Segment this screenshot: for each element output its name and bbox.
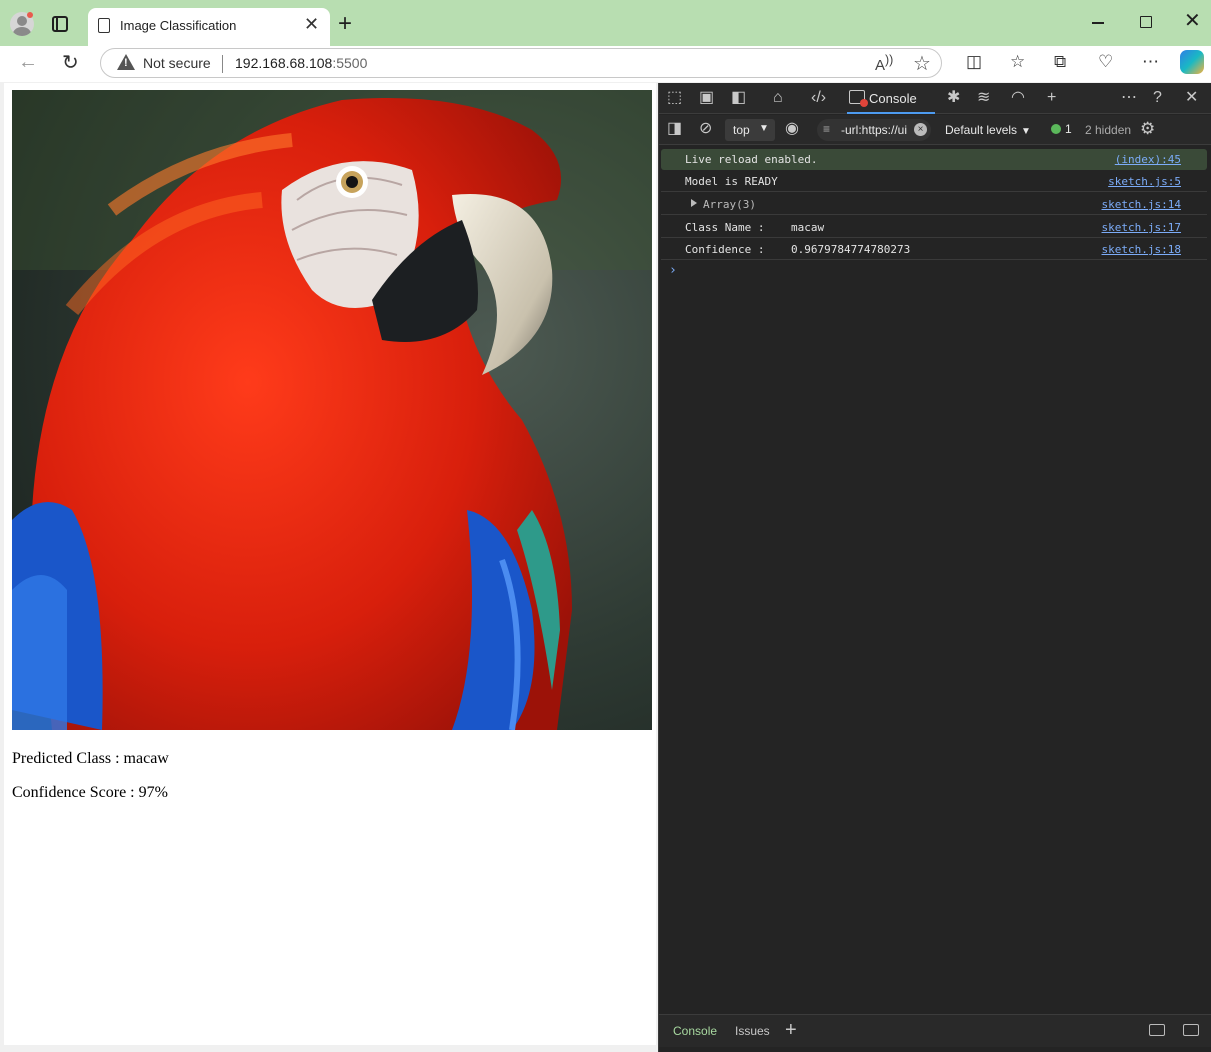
expand-triangle-icon[interactable] bbox=[691, 199, 697, 207]
title-bar: Image Classification ✕ + ✕ bbox=[0, 0, 1211, 46]
favorite-star-icon[interactable]: ☆ bbox=[913, 51, 931, 76]
read-aloud-icon[interactable]: A)) bbox=[875, 53, 893, 74]
macaw-illustration bbox=[12, 90, 652, 730]
more-options-icon[interactable]: ⋯ bbox=[1142, 52, 1159, 72]
console-message: Confidence : 0.9679784774780273 sketch.j… bbox=[661, 239, 1207, 260]
split-screen-icon[interactable]: ◫ bbox=[966, 52, 982, 72]
url-port: :5500 bbox=[332, 55, 368, 71]
live-expression-eye-icon[interactable]: ◉ bbox=[785, 120, 799, 138]
welcome-home-icon[interactable]: ⌂ bbox=[773, 89, 783, 107]
collections-icon[interactable]: ⧉ bbox=[1054, 52, 1066, 72]
levels-label: Default levels bbox=[945, 123, 1018, 137]
minimize-icon[interactable] bbox=[1092, 22, 1104, 24]
log-levels-dropdown[interactable]: Default levels ▼ bbox=[945, 123, 1031, 137]
profile-notification-dot bbox=[27, 12, 33, 18]
console-filter-bar: ◨ ⊘ top ▼ ◉ ≡ -url:https://ui × Default … bbox=[659, 115, 1211, 145]
back-icon[interactable]: ← bbox=[18, 51, 38, 74]
dock-drawer-icon[interactable] bbox=[1183, 1024, 1199, 1036]
macaw-image bbox=[12, 90, 652, 730]
url-text[interactable]: 192.168.68.108:5500 bbox=[235, 55, 367, 71]
maximize-icon[interactable] bbox=[1140, 16, 1152, 28]
message-text: Live reload enabled. bbox=[685, 153, 818, 166]
new-tab-icon[interactable]: + bbox=[338, 12, 352, 36]
url-host: 192.168.68.108 bbox=[235, 55, 333, 71]
warning-icon[interactable] bbox=[117, 54, 135, 70]
performance-icon[interactable]: ◠ bbox=[1011, 89, 1025, 107]
message-text: Array(3) bbox=[703, 198, 756, 211]
filter-value: -url:https://ui bbox=[841, 123, 908, 137]
clear-filter-icon[interactable]: × bbox=[914, 123, 927, 136]
chevron-down-icon: ▼ bbox=[1021, 126, 1031, 137]
message-source-link[interactable]: sketch.js:17 bbox=[1102, 221, 1181, 234]
console-message-array[interactable]: Array(3) sketch.js:14 bbox=[661, 194, 1207, 215]
issue-icon bbox=[1051, 124, 1061, 134]
console-prompt-icon[interactable]: › bbox=[669, 263, 677, 278]
debugger-bug-icon[interactable]: ✱ bbox=[947, 89, 960, 107]
quick-view-icon[interactable] bbox=[1149, 1024, 1165, 1036]
console-message: Live reload enabled. (index):45 bbox=[661, 149, 1207, 170]
network-wifi-icon[interactable]: ≋ bbox=[977, 89, 990, 107]
message-text: Model is READY bbox=[685, 175, 778, 188]
browser-tab-active[interactable]: Image Classification ✕ bbox=[88, 8, 330, 46]
add-drawer-tab-icon[interactable]: + bbox=[785, 1019, 797, 1042]
refresh-icon[interactable]: ↻ bbox=[62, 50, 79, 75]
chevron-down-icon: ▼ bbox=[759, 123, 769, 134]
more-tools-plus-icon[interactable]: + bbox=[1047, 89, 1056, 107]
context-value: top bbox=[733, 123, 750, 137]
help-icon[interactable]: ? bbox=[1153, 89, 1162, 107]
device-emulation-icon[interactable]: ▣ bbox=[699, 89, 714, 107]
tab-console[interactable]: Console bbox=[847, 83, 935, 114]
issues-counter[interactable]: 1 bbox=[1051, 122, 1072, 136]
message-source-link[interactable]: sketch.js:5 bbox=[1108, 175, 1181, 188]
address-bar[interactable]: Not secure 192.168.68.108:5500 A)) ☆ bbox=[100, 48, 942, 78]
address-divider bbox=[222, 55, 223, 73]
message-source-link[interactable]: sketch.js:18 bbox=[1102, 243, 1181, 256]
predicted-class-text: Predicted Class : macaw bbox=[12, 750, 169, 767]
drawer-tab-console[interactable]: Console bbox=[673, 1024, 717, 1038]
console-message: Model is READY sketch.js:5 bbox=[661, 171, 1207, 192]
close-devtools-icon[interactable]: ✕ bbox=[1185, 89, 1198, 107]
filter-input[interactable]: ≡ -url:https://ui × bbox=[817, 119, 931, 141]
sidebar-toggle-icon[interactable]: ◨ bbox=[667, 120, 682, 138]
browser-essentials-icon[interactable]: ♡ bbox=[1098, 52, 1113, 72]
inspect-element-icon[interactable]: ⬚ bbox=[667, 89, 682, 107]
customize-menu-icon[interactable]: ⋯ bbox=[1121, 89, 1137, 107]
message-source-link[interactable]: sketch.js:14 bbox=[1102, 198, 1181, 211]
dock-side-icon[interactable]: ◧ bbox=[731, 89, 746, 107]
filter-icon: ≡ bbox=[823, 122, 831, 136]
elements-icon[interactable]: ‹/› bbox=[811, 89, 826, 107]
message-value: macaw bbox=[791, 221, 825, 234]
tab-title: Image Classification bbox=[120, 18, 237, 33]
error-dot bbox=[860, 99, 868, 107]
console-message: Class Name : macaw sketch.js:17 bbox=[661, 217, 1207, 238]
page-viewport: Predicted Class : macaw Confidence Score… bbox=[4, 83, 656, 1045]
security-label[interactable]: Not secure bbox=[143, 55, 211, 71]
message-source-link[interactable]: (index):45 bbox=[1115, 153, 1181, 166]
favorites-icon[interactable]: ☆ bbox=[1010, 52, 1025, 72]
console-tab-label: Console bbox=[869, 91, 917, 106]
devtools-toolbar: ⬚ ▣ ◧ ⌂ ‹/› Console ✱ ≋ ◠ + ⋯ ? ✕ bbox=[659, 83, 1211, 114]
confidence-score-text: Confidence Score : 97% bbox=[12, 784, 168, 801]
clear-console-icon[interactable]: ⊘ bbox=[699, 120, 712, 138]
devtools-drawer: Console Issues + bbox=[659, 1014, 1211, 1047]
page-icon bbox=[98, 18, 110, 33]
issues-count: 1 bbox=[1065, 122, 1072, 136]
drawer-tab-issues[interactable]: Issues bbox=[735, 1024, 770, 1038]
message-text: Class Name : bbox=[685, 221, 765, 234]
message-text: Confidence : bbox=[685, 243, 765, 256]
message-value: 0.9679784774780273 bbox=[791, 243, 911, 256]
tab-actions-icon[interactable] bbox=[52, 16, 68, 32]
context-selector[interactable]: top ▼ bbox=[725, 119, 775, 141]
console-settings-gear-icon[interactable]: ⚙ bbox=[1140, 119, 1155, 139]
hidden-messages-count: 2 hidden bbox=[1085, 123, 1132, 137]
window-close-icon[interactable]: ✕ bbox=[1184, 10, 1201, 32]
devtools-panel: ⬚ ▣ ◧ ⌂ ‹/› Console ✱ ≋ ◠ + ⋯ ? ✕ ◨ ⊘ to… bbox=[658, 83, 1211, 1052]
copilot-icon[interactable] bbox=[1180, 50, 1204, 74]
close-tab-icon[interactable]: ✕ bbox=[304, 15, 319, 33]
navigation-bar: ← ↻ Not secure 192.168.68.108:5500 A)) ☆… bbox=[0, 46, 1211, 82]
